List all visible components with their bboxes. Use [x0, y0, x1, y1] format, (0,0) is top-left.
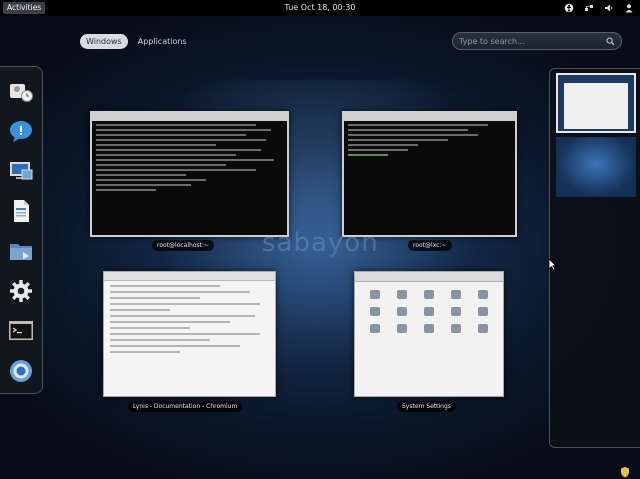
settings-item-icon [478, 324, 489, 333]
dash [0, 66, 43, 394]
window-thumbnail-settings[interactable] [354, 271, 504, 397]
settings-item-icon [423, 290, 434, 299]
window-label: root@localhost:~ [152, 240, 215, 251]
settings-item-icon [451, 290, 462, 299]
chat-icon[interactable] [5, 115, 37, 147]
window-thumbnail-browser[interactable] [103, 271, 276, 397]
mouse-pointer-icon [548, 256, 557, 275]
workspace-window-preview [564, 83, 628, 129]
search-icon [606, 37, 615, 46]
search-input[interactable] [459, 36, 599, 46]
settings-item-icon [423, 307, 434, 316]
contacts-icon[interactable] [5, 75, 37, 107]
settings-item-icon [423, 324, 434, 333]
window-label: root@lxc:~ [408, 240, 452, 251]
settings-item-icon [451, 324, 462, 333]
settings-item-icon [369, 307, 380, 316]
text-line [110, 315, 255, 317]
accessibility-icon[interactable] [563, 3, 574, 14]
display-icon[interactable] [5, 155, 37, 187]
settings-toolbar [355, 272, 503, 282]
window-label: Lynis - Documentation - Chromium [128, 401, 243, 412]
text-line [110, 297, 200, 299]
settings-item-icon [478, 307, 489, 316]
text-line [110, 327, 190, 329]
workspace-1[interactable] [556, 73, 636, 133]
text-line [110, 285, 220, 287]
system-tray [563, 2, 634, 14]
text-line [110, 339, 210, 341]
clock-label: Tue Oct 18, 00:30 [284, 3, 356, 12]
text-line [96, 144, 216, 146]
text-line [348, 124, 488, 126]
text-line [110, 333, 260, 335]
settings-item-icon [451, 307, 462, 316]
text-line [110, 351, 180, 353]
shield-icon[interactable] [620, 463, 630, 479]
document-icon[interactable] [5, 195, 37, 227]
network-icon[interactable] [583, 3, 594, 14]
text-line [348, 129, 468, 131]
terminal-icon[interactable] [5, 315, 37, 347]
text-line [348, 154, 388, 156]
text-line [110, 321, 230, 323]
text-line [96, 154, 236, 156]
text-line [96, 124, 256, 126]
clock[interactable]: Tue Oct 18, 00:30 [0, 3, 640, 13]
window-label: System Settings [397, 401, 456, 412]
chrome-icon[interactable] [5, 355, 37, 387]
window-thumbnail-terminal-1[interactable] [90, 111, 289, 237]
text-line [96, 149, 261, 151]
tab-applications[interactable]: Applications [132, 34, 193, 49]
settings-icon-grid [355, 282, 503, 341]
tab-windows[interactable]: Windows [80, 34, 128, 49]
volume-icon[interactable] [603, 3, 614, 14]
settings-item-icon [369, 324, 380, 333]
text-line [348, 139, 448, 141]
sabayon-watermark: sabayon [262, 228, 379, 258]
settings-gear-icon[interactable] [5, 275, 37, 307]
view-tabs: Windows Applications [80, 34, 193, 49]
settings-item-icon [396, 324, 407, 333]
text-line [348, 134, 478, 136]
settings-item-icon [478, 290, 489, 299]
user-menu-icon[interactable] [623, 3, 634, 14]
search-box [452, 32, 622, 50]
window-thumbnail-terminal-2[interactable] [342, 111, 517, 237]
text-line [96, 129, 271, 131]
settings-item-icon [369, 290, 380, 299]
text-line [96, 159, 274, 161]
workspace-2[interactable] [556, 137, 636, 197]
text-line [110, 303, 260, 305]
folder-icon[interactable] [5, 235, 37, 267]
text-line [96, 184, 191, 186]
text-line [110, 309, 170, 311]
text-line [96, 179, 206, 181]
text-line [110, 291, 250, 293]
text-line [348, 149, 408, 151]
text-line [96, 189, 156, 191]
text-line [348, 144, 418, 146]
text-line [96, 164, 226, 166]
text-line [96, 139, 266, 141]
text-line [96, 174, 186, 176]
settings-item-icon [396, 307, 407, 316]
text-line [96, 134, 246, 136]
settings-item-icon [396, 290, 407, 299]
browser-toolbar [104, 272, 275, 281]
top-panel: Activities Tue Oct 18, 00:30 [0, 0, 640, 16]
text-line [96, 169, 256, 171]
workspace-switcher [549, 68, 640, 448]
text-line [110, 345, 240, 347]
